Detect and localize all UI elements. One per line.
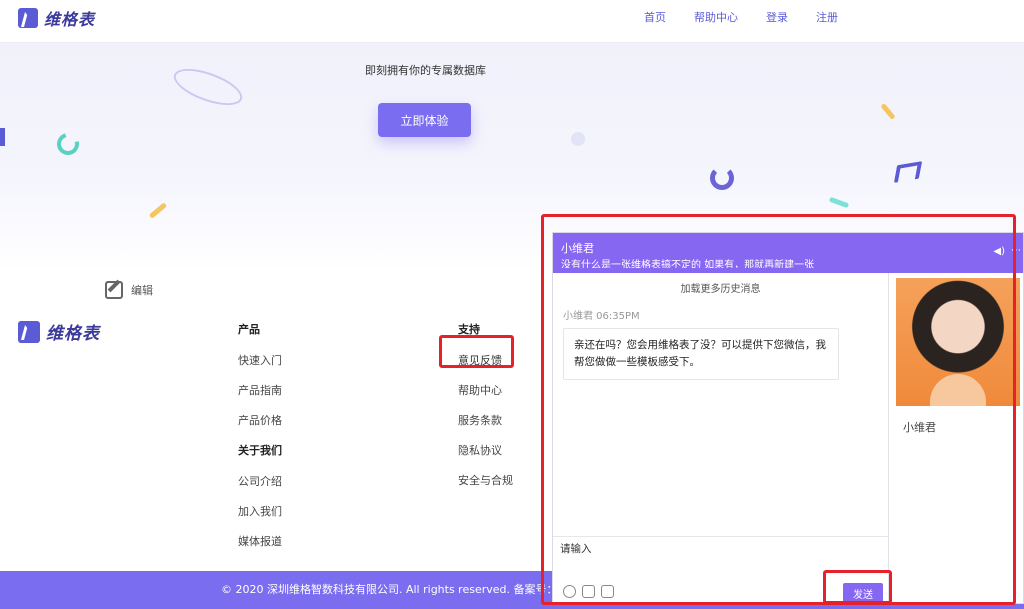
nav-register[interactable]: 注册 (816, 9, 838, 25)
logo-icon (18, 8, 38, 28)
yellow-stick-decoration (880, 102, 896, 121)
teal-ring-decoration (52, 128, 84, 160)
link-media[interactable]: 媒体报道 (238, 533, 282, 549)
footer-product-column: 产品 快速入门 产品指南 产品价格 关于我们 公司介绍 加入我们 媒体报道 (238, 321, 282, 563)
link-terms[interactable]: 服务条款 (458, 412, 513, 428)
nav-home[interactable]: 首页 (644, 9, 666, 25)
footer-brand-logo[interactable]: 维格表 (18, 319, 100, 344)
teal-stick-decoration (828, 196, 850, 209)
link-product-guide[interactable]: 产品指南 (238, 382, 282, 398)
edit-icon (105, 281, 123, 299)
link-quick-start[interactable]: 快速入门 (238, 352, 282, 368)
planet-ring-decoration (169, 61, 247, 113)
edit-link[interactable]: 编辑 (105, 281, 153, 299)
nav-login[interactable]: 登录 (766, 9, 788, 25)
link-privacy[interactable]: 隐私协议 (458, 442, 513, 458)
brand-logo[interactable]: 维格表 (18, 6, 95, 30)
send-highlight-box (823, 570, 892, 604)
link-help-center[interactable]: 帮助中心 (458, 382, 513, 398)
try-now-button[interactable]: 立即体验 (378, 103, 471, 137)
chat-highlight-box (541, 214, 1016, 605)
purple-ring-decoration (710, 166, 734, 190)
zigzag-decoration (893, 161, 923, 183)
link-company[interactable]: 公司介绍 (238, 473, 282, 489)
bar-decoration (0, 128, 5, 146)
hero-tagline: 即刻拥有你的专属数据库 (365, 64, 486, 77)
edit-label: 编辑 (131, 284, 153, 297)
about-heading: 关于我们 (238, 444, 282, 457)
nav-help-center[interactable]: 帮助中心 (694, 9, 738, 25)
product-heading: 产品 (238, 323, 260, 336)
feedback-highlight-box (439, 335, 514, 368)
link-join-us[interactable]: 加入我们 (238, 503, 282, 519)
link-security[interactable]: 安全与合规 (458, 472, 513, 488)
top-header: 维格表 首页 帮助中心 登录 注册 (0, 0, 1024, 43)
copyright-text: © 2020 深圳维格智数科技有限公司. All rights reserved… (221, 583, 580, 596)
footer-brand-name: 维格表 (46, 324, 100, 344)
link-pricing[interactable]: 产品价格 (238, 412, 282, 428)
dot-decoration (571, 132, 585, 146)
brand-name: 维格表 (44, 10, 96, 29)
logo-icon (18, 320, 40, 343)
main-nav: 首页 帮助中心 登录 注册 (644, 9, 838, 25)
yellow-stick-decoration (148, 202, 168, 219)
